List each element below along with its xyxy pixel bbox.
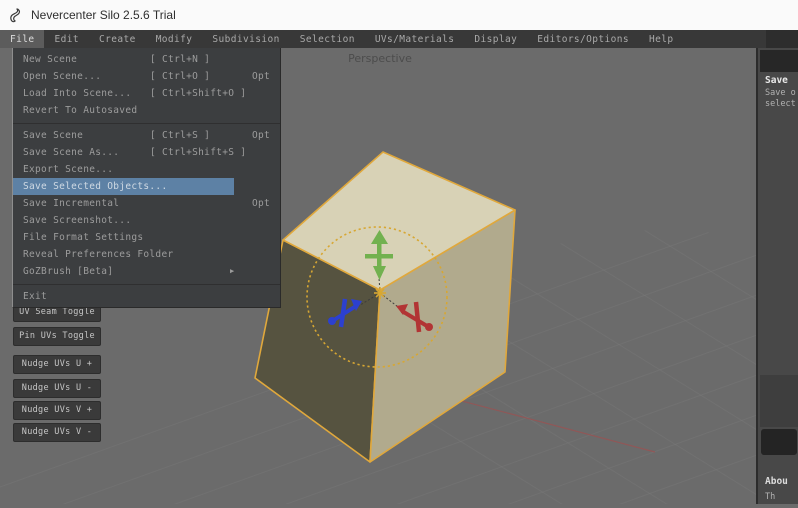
menu-item-save-selected-objects[interactable]: Save Selected Objects... (13, 178, 280, 195)
help-panel-section (760, 375, 798, 427)
help-topic-title: Save (765, 75, 788, 86)
help-panel: Save Save o select Abou Th (756, 48, 798, 504)
menubar-item-help[interactable]: Help (639, 30, 683, 48)
menubar-item-create[interactable]: Create (89, 30, 146, 48)
menubar-item-display[interactable]: Display (464, 30, 527, 48)
menu-item-revert-to-autosaved[interactable]: Revert To Autosaved (13, 102, 280, 119)
shortcut-label: [ Ctrl+O ] (150, 68, 210, 85)
menubar-item-file[interactable]: File (0, 30, 44, 48)
file-menu-dropdown: New Scene [ Ctrl+N ] Open Scene... [ Ctr… (12, 48, 281, 308)
opt-label[interactable]: Opt (252, 68, 270, 85)
menu-separator (13, 119, 280, 127)
menubar-item-editors-options[interactable]: Editors/Options (527, 30, 639, 48)
menubar-right-corner (766, 30, 798, 48)
help-panel-button[interactable] (761, 429, 797, 455)
shortcut-label: [ Ctrl+Shift+S ] (150, 144, 246, 161)
submenu-arrow-icon: ▶ (230, 263, 235, 280)
menubar-item-subdivision[interactable]: Subdivision (202, 30, 289, 48)
shortcut-label: [ Ctrl+S ] (150, 127, 210, 144)
menu-item-save-screenshot[interactable]: Save Screenshot... (13, 212, 280, 229)
menu-separator (13, 280, 280, 288)
opt-label[interactable]: Opt (252, 195, 270, 212)
menu-item-new-scene[interactable]: New Scene [ Ctrl+N ] (13, 51, 280, 68)
opt-label[interactable]: Opt (252, 127, 270, 144)
menu-item-open-scene[interactable]: Open Scene... [ Ctrl+O ] Opt (13, 68, 280, 85)
menubar-item-edit[interactable]: Edit (44, 30, 88, 48)
pin-uvs-toggle-button[interactable]: Pin UVs Toggle (13, 327, 101, 346)
nudge-uvs-u-plus-button[interactable]: Nudge UVs U + (13, 355, 101, 374)
shortcut-label: [ Ctrl+Shift+O ] (150, 85, 246, 102)
cube-mesh (255, 152, 515, 462)
menu-item-exit[interactable]: Exit (13, 288, 280, 305)
menu-item-load-into-scene[interactable]: Load Into Scene... [ Ctrl+Shift+O ] (13, 85, 280, 102)
window-title: Nevercenter Silo 2.5.6 Trial (31, 8, 176, 22)
menu-item-save-scene[interactable]: Save Scene [ Ctrl+S ] Opt (13, 127, 280, 144)
menu-item-save-scene-as[interactable]: Save Scene As... [ Ctrl+Shift+S ] (13, 144, 280, 161)
viewport-mode-label: Perspective (320, 52, 440, 65)
menu-item-file-format-settings[interactable]: File Format Settings (13, 229, 280, 246)
about-text: Th (765, 492, 775, 502)
help-panel-header (760, 50, 798, 72)
nudge-uvs-v-plus-button[interactable]: Nudge UVs V + (13, 401, 101, 420)
menubar-item-uvs-materials[interactable]: UVs/Materials (365, 30, 465, 48)
help-topic-description: select (765, 99, 796, 109)
app-logo-icon (9, 8, 23, 23)
menu-item-export-scene[interactable]: Export Scene... (13, 161, 280, 178)
menu-bar: File Edit Create Modify Subdivision Sele… (0, 30, 798, 48)
nudge-uvs-v-minus-button[interactable]: Nudge UVs V - (13, 423, 101, 442)
menu-item-save-incremental[interactable]: Save Incremental Opt (13, 195, 280, 212)
about-title: Abou (765, 476, 788, 487)
help-topic-description: Save o (765, 88, 796, 98)
title-bar: Nevercenter Silo 2.5.6 Trial (0, 0, 798, 30)
shortcut-label: [ Ctrl+N ] (150, 51, 210, 68)
menubar-item-selection[interactable]: Selection (290, 30, 365, 48)
menu-item-gozbrush[interactable]: GoZBrush [Beta] ▶ (13, 263, 280, 280)
menu-item-reveal-preferences-folder[interactable]: Reveal Preferences Folder (13, 246, 280, 263)
nudge-uvs-u-minus-button[interactable]: Nudge UVs U - (13, 379, 101, 398)
menubar-item-modify[interactable]: Modify (146, 30, 203, 48)
